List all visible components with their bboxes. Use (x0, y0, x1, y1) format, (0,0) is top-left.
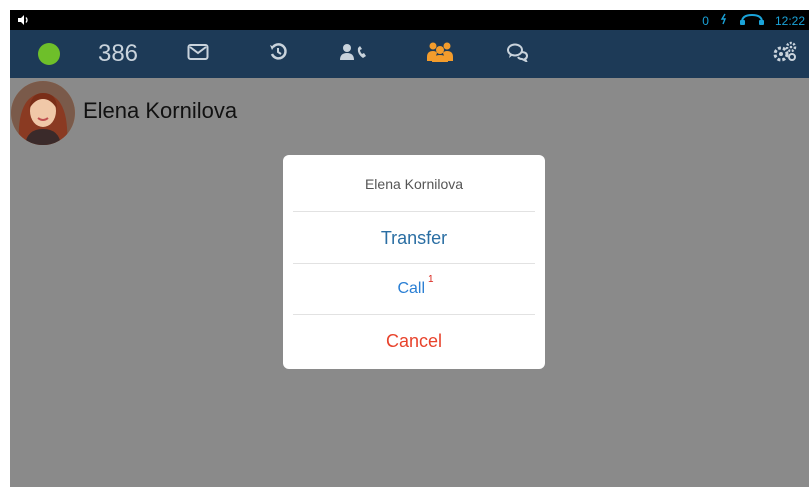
transfer-label: Transfer (380, 227, 448, 248)
transfer-button[interactable]: Transfer (283, 213, 545, 263)
contacts-tab[interactable] (330, 30, 380, 78)
settings-button[interactable] (768, 30, 802, 78)
history-icon (268, 42, 288, 67)
clock: 12:22 (774, 14, 805, 28)
contact-row[interactable]: Elena Kornilova (10, 80, 809, 146)
messages-tab[interactable] (178, 30, 218, 78)
presence-dot (38, 43, 60, 65)
status-bar: 0 12:22 (10, 10, 809, 30)
groups-tab[interactable] (420, 30, 460, 78)
top-nav-bar: 386 (10, 30, 809, 78)
presence-status-button[interactable] (34, 30, 64, 78)
status-indicator-count: 0 (702, 14, 709, 28)
envelope-icon (187, 43, 209, 66)
call-badge: 1 (428, 273, 434, 285)
chat-tab[interactable] (498, 30, 538, 78)
cancel-label: Cancel (385, 330, 443, 351)
contact-name: Elena Kornilova (83, 98, 238, 123)
contact-action-dialog: Elena Kornilova Transfer Call 1 Cancel (283, 155, 545, 369)
avatar (11, 81, 75, 145)
history-tab[interactable] (258, 30, 298, 78)
contacts-call-icon (339, 42, 371, 67)
call-label: Call (397, 280, 425, 297)
chat-icon (506, 42, 530, 67)
network-icon (719, 13, 729, 29)
headset-connection-icon (739, 12, 765, 30)
divider (293, 211, 535, 212)
groups-icon (426, 41, 454, 68)
extension-number: 386 (97, 40, 139, 67)
phone-screen: 0 12:22 386 Elena Kornilova Elena Kornil… (10, 10, 809, 487)
cancel-button[interactable]: Cancel (283, 315, 545, 367)
dialog-title: Elena Kornilova (364, 175, 464, 192)
extension-label: 386 (88, 30, 148, 78)
call-button[interactable]: Call 1 (283, 264, 545, 314)
settings-gears-icon (772, 41, 798, 68)
